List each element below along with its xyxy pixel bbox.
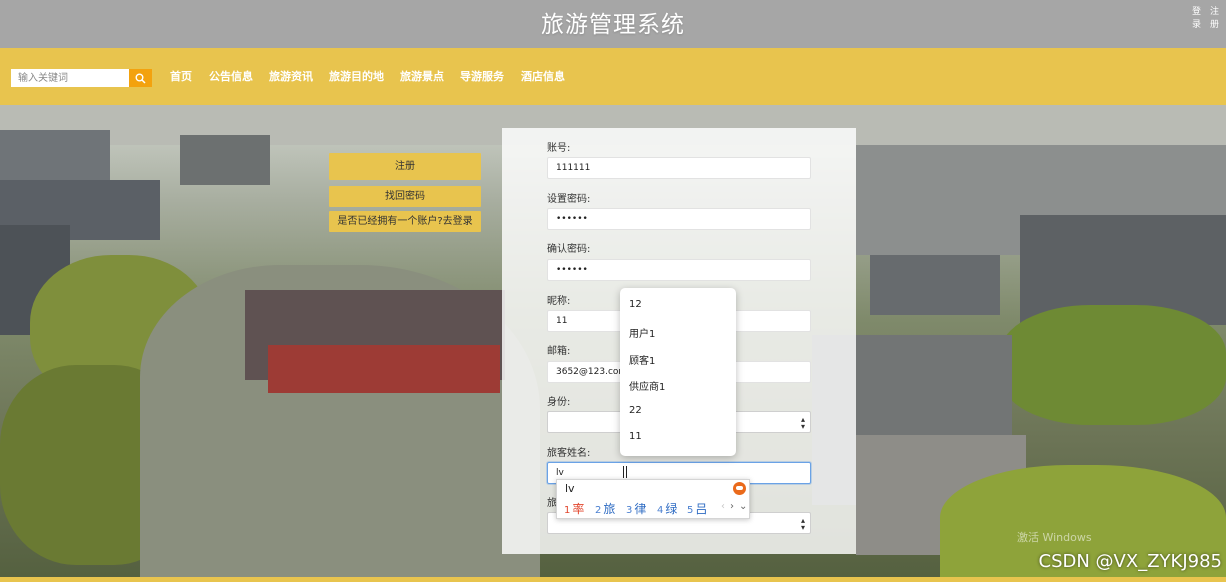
ime-candidate[interactable]: 4绿 bbox=[657, 500, 677, 517]
windows-activation-watermark: 激活 Windows bbox=[1017, 531, 1092, 544]
nav-home[interactable]: 首页 bbox=[170, 68, 192, 84]
account-label: 账号: bbox=[547, 143, 571, 154]
nav-announcements[interactable]: 公告信息 bbox=[209, 68, 253, 84]
search-button[interactable] bbox=[129, 69, 152, 87]
search-input[interactable] bbox=[11, 69, 129, 87]
email-label: 邮箱: bbox=[547, 346, 571, 357]
ime-candidate[interactable]: 5吕 bbox=[687, 500, 707, 517]
nav-guide-service[interactable]: 导游服务 bbox=[460, 68, 504, 84]
select-arrows-icon: ▴ ▾ bbox=[800, 516, 805, 532]
ime-expand-icon[interactable]: ⌄ bbox=[739, 501, 747, 512]
go-login-button[interactable]: 是否已经拥有一个账户?去登录 bbox=[329, 211, 481, 232]
autocomplete-item[interactable]: 用户1 bbox=[629, 325, 655, 340]
ime-candidate-bar: lv 1率 2旅 3律 4绿 5吕 ‹ › ⌄ bbox=[556, 479, 750, 519]
autocomplete-item[interactable]: 供应商1 bbox=[629, 378, 665, 393]
ime-composition: lv bbox=[565, 482, 575, 495]
ime-candidate[interactable]: 1率 bbox=[564, 500, 584, 517]
top-header: 旅游管理系统 登录 注册 bbox=[0, 0, 1226, 48]
nav-hotels[interactable]: 酒店信息 bbox=[521, 68, 565, 84]
autocomplete-item[interactable]: 11 bbox=[629, 431, 642, 442]
nav-bar: 首页 公告信息 旅游资讯 旅游目的地 旅游景点 导游服务 酒店信息 bbox=[0, 48, 1226, 105]
ime-candidate[interactable]: 3律 bbox=[626, 500, 646, 517]
password-field[interactable]: •••••• bbox=[547, 208, 811, 230]
account-field[interactable]: 111111 bbox=[547, 157, 811, 179]
autocomplete-item[interactable]: 12 bbox=[629, 299, 642, 310]
ime-prev-icon[interactable]: ‹ bbox=[721, 501, 725, 512]
bottom-strip bbox=[0, 577, 1226, 582]
nav-attractions[interactable]: 旅游景点 bbox=[400, 68, 444, 84]
ime-next-icon[interactable]: › bbox=[730, 501, 734, 512]
login-link[interactable]: 登录 bbox=[1192, 6, 1202, 32]
tourist-name-label: 旅客姓名: bbox=[547, 448, 591, 459]
register-button[interactable]: 注册 bbox=[329, 153, 481, 180]
site-title: 旅游管理系统 bbox=[541, 12, 685, 38]
confirm-password-label: 确认密码: bbox=[547, 244, 591, 255]
autocomplete-dropdown: 12 用户1 顾客1 供应商1 22 11 bbox=[620, 288, 736, 456]
auth-links: 登录 注册 bbox=[1192, 6, 1220, 32]
autocomplete-item[interactable]: 顾客1 bbox=[629, 352, 655, 367]
ime-logo-icon bbox=[733, 482, 746, 495]
nav-travel-news[interactable]: 旅游资讯 bbox=[269, 68, 313, 84]
text-cursor-icon bbox=[623, 466, 627, 478]
nickname-label: 昵称: bbox=[547, 296, 571, 307]
ime-candidate[interactable]: 2旅 bbox=[595, 500, 615, 517]
password-label: 设置密码: bbox=[547, 194, 591, 205]
identity-label: 身份: bbox=[547, 397, 571, 408]
csdn-watermark: CSDN @VX_ZYKJ985 bbox=[1038, 551, 1222, 572]
select-arrows-icon: ▴ ▾ bbox=[800, 415, 805, 431]
nav-destinations[interactable]: 旅游目的地 bbox=[329, 68, 384, 84]
autocomplete-item[interactable]: 22 bbox=[629, 405, 642, 416]
register-link[interactable]: 注册 bbox=[1210, 6, 1220, 32]
recover-password-button[interactable]: 找回密码 bbox=[329, 186, 481, 207]
confirm-password-field[interactable]: •••••• bbox=[547, 259, 811, 281]
search-icon bbox=[135, 73, 146, 84]
